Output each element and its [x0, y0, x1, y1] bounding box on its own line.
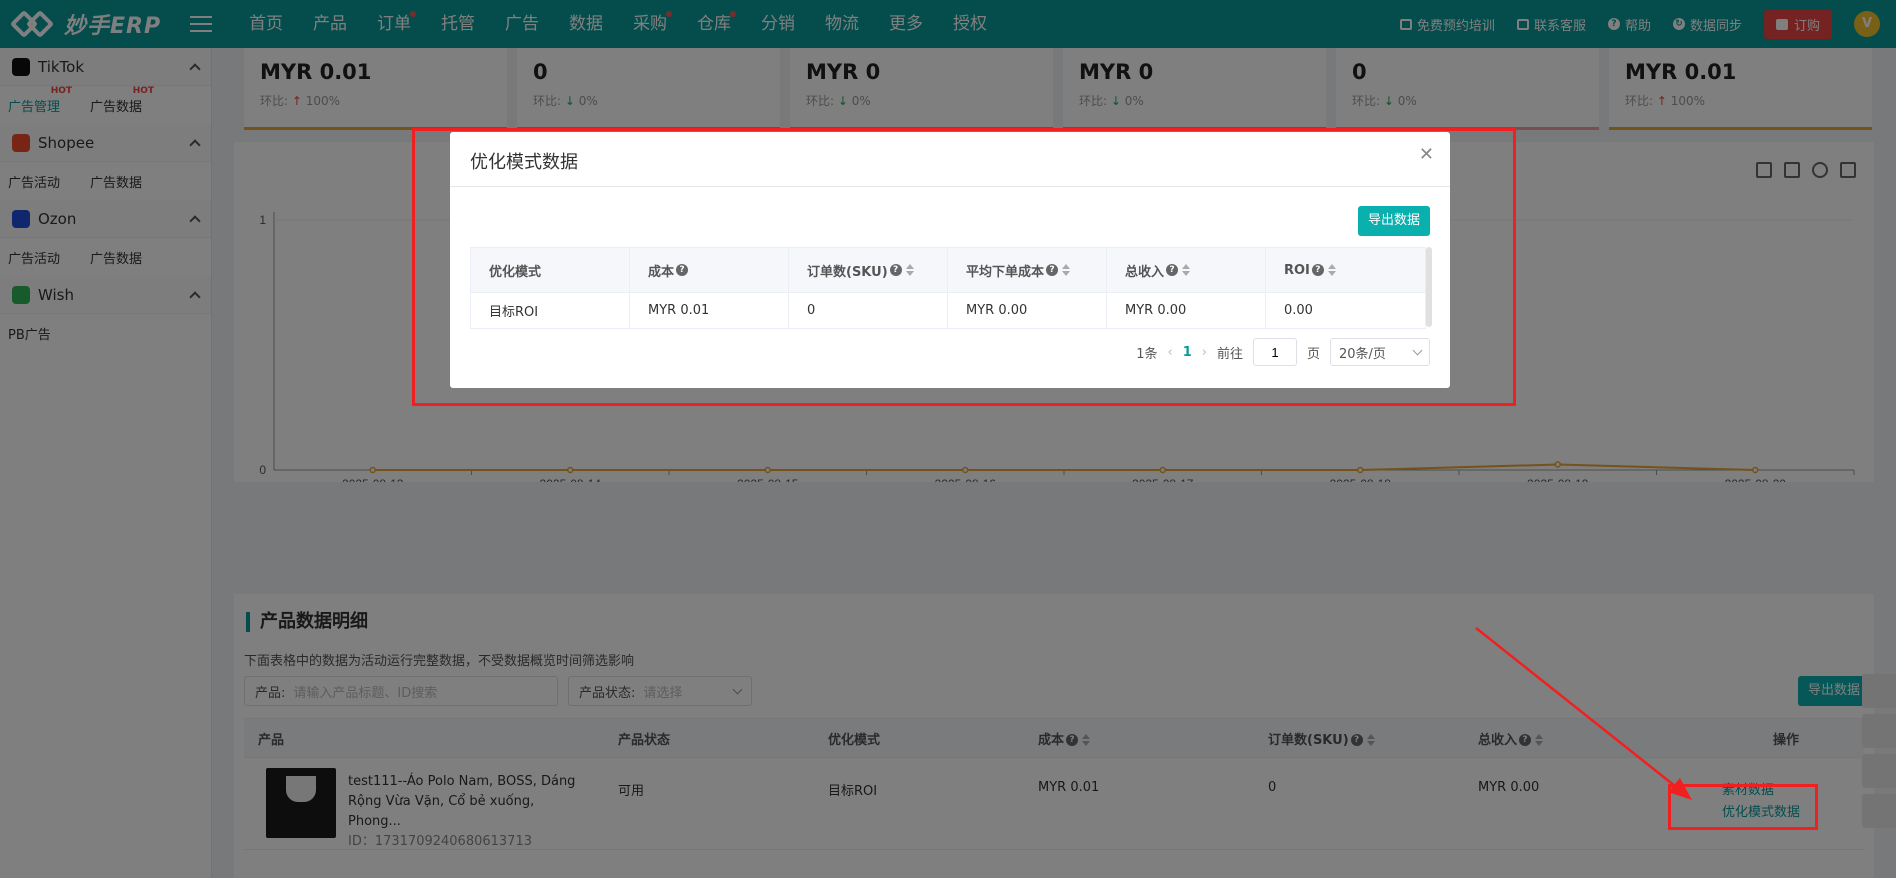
annotation-arrow [1475, 627, 1692, 800]
